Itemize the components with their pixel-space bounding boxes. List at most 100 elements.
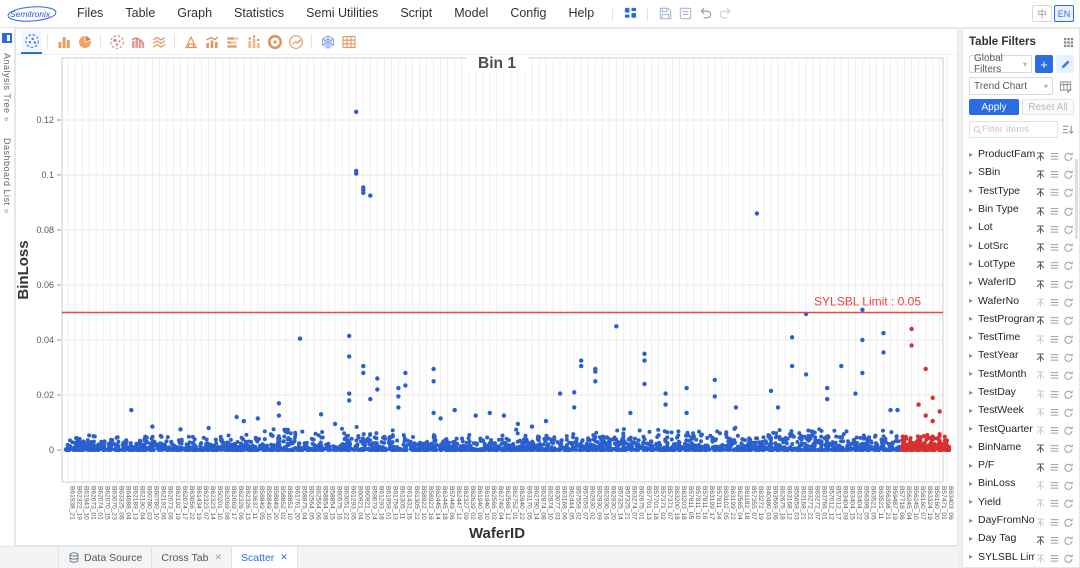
expand-caret-icon[interactable]: ▸ — [969, 278, 978, 287]
list-icon[interactable] — [1049, 387, 1060, 398]
list-icon[interactable] — [1049, 222, 1060, 233]
reset-icon[interactable] — [1063, 167, 1074, 178]
pin-icon[interactable] — [1035, 441, 1046, 452]
collapse-panel-icon[interactable] — [2, 33, 12, 43]
pin-icon[interactable] — [1035, 222, 1046, 233]
reset-icon[interactable] — [1063, 185, 1074, 196]
filter-item-testtime[interactable]: ▸TestTime — [969, 328, 1074, 346]
expand-caret-icon[interactable]: ▸ — [969, 150, 978, 159]
expand-caret-icon[interactable]: ▸ — [969, 351, 978, 360]
tab-cross-tab[interactable]: Cross Tab✕ — [152, 547, 232, 568]
panel-grid-icon[interactable] — [1063, 37, 1074, 48]
reset-icon[interactable] — [1063, 423, 1074, 434]
list-icon[interactable] — [1049, 478, 1060, 489]
list-icon[interactable] — [1049, 240, 1060, 251]
expand-caret-icon[interactable]: ▸ — [969, 259, 978, 268]
tab-scatter[interactable]: Scatter✕ — [232, 547, 298, 568]
pareto-chart-icon[interactable] — [180, 30, 201, 54]
filter-item-binname[interactable]: ▸BinName — [969, 438, 1074, 456]
list-icon[interactable] — [1049, 258, 1060, 269]
pin-icon[interactable] — [1035, 204, 1046, 215]
expand-caret-icon[interactable]: ▸ — [969, 186, 978, 195]
reset-icon[interactable] — [1063, 496, 1074, 507]
list-icon[interactable] — [1049, 368, 1060, 379]
rail-item-dashboard-list[interactable]: Dashboard List » — [2, 138, 12, 214]
close-tab-icon[interactable]: ✕ — [214, 552, 222, 563]
list-icon[interactable] — [1049, 332, 1060, 343]
reset-icon[interactable] — [1063, 240, 1074, 251]
histogram-chart-icon[interactable] — [127, 30, 148, 54]
reset-icon[interactable] — [1063, 204, 1074, 215]
redo-icon[interactable] — [715, 4, 735, 24]
menu-item-files[interactable]: Files — [66, 0, 114, 27]
expand-caret-icon[interactable]: ▸ — [969, 516, 978, 525]
list-icon[interactable] — [1049, 204, 1060, 215]
pin-icon[interactable] — [1035, 313, 1046, 324]
expand-caret-icon[interactable]: ▸ — [969, 479, 978, 488]
list-icon[interactable] — [1049, 277, 1060, 288]
pin-icon[interactable] — [1035, 295, 1046, 306]
pin-icon[interactable] — [1035, 387, 1046, 398]
pin-icon[interactable] — [1035, 496, 1046, 507]
reset-icon[interactable] — [1063, 515, 1074, 526]
surface-chart-icon[interactable] — [148, 30, 169, 54]
expand-caret-icon[interactable]: ▸ — [969, 205, 978, 214]
reset-icon[interactable] — [1063, 405, 1074, 416]
pin-icon[interactable] — [1035, 460, 1046, 471]
list-icon[interactable] — [1049, 551, 1060, 562]
filter-item-lottype[interactable]: ▸LotType — [969, 255, 1074, 273]
pie-chart-icon[interactable] — [74, 30, 95, 54]
expand-caret-icon[interactable]: ▸ — [969, 388, 978, 397]
expand-caret-icon[interactable]: ▸ — [969, 168, 978, 177]
reset-icon[interactable] — [1063, 277, 1074, 288]
filter-item-testyear[interactable]: ▸TestYear — [969, 346, 1074, 364]
menu-item-help[interactable]: Help — [557, 0, 605, 27]
expand-caret-icon[interactable]: ▸ — [969, 406, 978, 415]
pin-icon[interactable] — [1035, 551, 1046, 562]
expand-caret-icon[interactable]: ▸ — [969, 497, 978, 506]
reset-all-button[interactable]: Reset All — [1022, 99, 1074, 115]
filter-item-lotsrc[interactable]: ▸LotSrc — [969, 236, 1074, 254]
scatter-chart-icon[interactable] — [21, 30, 42, 54]
expand-caret-icon[interactable]: ▸ — [969, 424, 978, 433]
filter-item-productfamily[interactable]: ▸ProductFamily — [969, 145, 1074, 163]
reset-icon[interactable] — [1063, 441, 1074, 452]
tab-data-source[interactable]: Data Source — [58, 547, 152, 568]
filter-item-dayfromnow[interactable]: ▸DayFromNow — [969, 511, 1074, 529]
expand-caret-icon[interactable]: ▸ — [969, 241, 978, 250]
pin-icon[interactable] — [1035, 350, 1046, 361]
pin-icon[interactable] — [1035, 405, 1046, 416]
menu-item-graph[interactable]: Graph — [166, 0, 223, 27]
expand-caret-icon[interactable]: ▸ — [969, 442, 978, 451]
list-icon[interactable] — [1049, 405, 1060, 416]
menu-item-table[interactable]: Table — [114, 0, 166, 27]
sort-order-icon[interactable] — [1061, 123, 1074, 136]
reset-icon[interactable] — [1063, 460, 1074, 471]
reset-icon[interactable] — [1063, 368, 1074, 379]
radar-chart-icon[interactable] — [317, 30, 338, 54]
filter-item-testprogram[interactable]: ▸TestProgram — [969, 310, 1074, 328]
donut-chart-icon[interactable] — [264, 30, 285, 54]
pin-icon[interactable] — [1035, 240, 1046, 251]
pin-icon[interactable] — [1035, 185, 1046, 196]
filter-item-waferno[interactable]: ▸WaferNo — [969, 291, 1074, 309]
menu-item-config[interactable]: Config — [499, 0, 557, 27]
add-filter-button[interactable]: + — [1035, 55, 1053, 73]
pin-icon[interactable] — [1035, 332, 1046, 343]
table-config-button[interactable] — [1056, 77, 1074, 95]
expand-caret-icon[interactable]: ▸ — [969, 333, 978, 342]
save-icon[interactable] — [655, 4, 675, 24]
apply-button[interactable]: Apply — [969, 99, 1019, 115]
list-icon[interactable] — [1049, 423, 1060, 434]
list-icon[interactable] — [1049, 496, 1060, 507]
pin-icon[interactable] — [1035, 515, 1046, 526]
filter-item-testmonth[interactable]: ▸TestMonth — [969, 365, 1074, 383]
list-icon[interactable] — [1049, 149, 1060, 160]
filter-item-sbin[interactable]: ▸SBin — [969, 163, 1074, 181]
list-icon[interactable] — [1049, 167, 1060, 178]
expand-caret-icon[interactable]: ▸ — [969, 296, 978, 305]
expand-caret-icon[interactable]: ▸ — [969, 534, 978, 543]
menu-item-statistics[interactable]: Statistics — [223, 0, 295, 27]
pin-icon[interactable] — [1035, 258, 1046, 269]
filter-item-lot[interactable]: ▸Lot — [969, 218, 1074, 236]
